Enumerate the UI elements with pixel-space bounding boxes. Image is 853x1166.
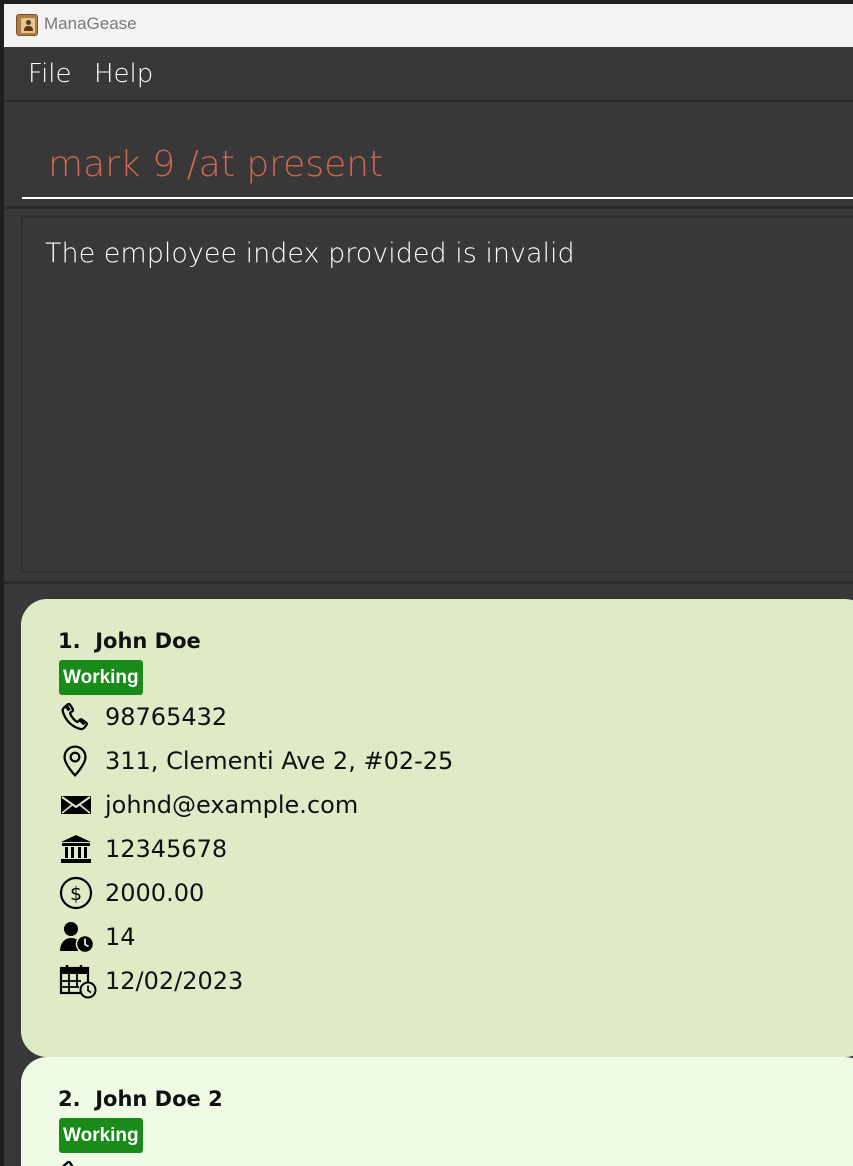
user-clock-icon xyxy=(59,920,97,954)
employee-address: 311, Clementi Ave 2, #02-25 xyxy=(105,747,454,775)
command-input[interactable] xyxy=(22,103,853,199)
calendar-clock-icon xyxy=(59,964,97,999)
phone-icon xyxy=(59,1158,97,1166)
window-title: ManaGease xyxy=(44,14,137,33)
menu-bar: File Help xyxy=(4,47,853,102)
app-window: ManaGease File Help The employee index p… xyxy=(4,4,853,1166)
employee-name: John Doe 2 xyxy=(95,1087,223,1111)
employee-name-row: 1. John Doe xyxy=(58,629,201,653)
svg-text:$: $ xyxy=(70,883,82,905)
result-message: The employee index provided is invalid xyxy=(45,238,575,269)
employee-bank-account: 12345678 xyxy=(105,835,228,863)
employee-email: johnd@example.com xyxy=(105,791,359,819)
address-row: 311, Clementi Ave 2, #02-25 xyxy=(59,744,453,778)
employee-list[interactable]: 1. John Doe Working 98765432 311, Clemen… xyxy=(4,587,853,1166)
result-display: The employee index provided is invalid xyxy=(4,212,853,584)
employee-card[interactable]: 1. John Doe Working 98765432 311, Clemen… xyxy=(21,599,853,1057)
employee-phone: 98765432 xyxy=(105,703,228,731)
join-date-row: 12/02/2023 xyxy=(59,964,244,999)
email-row: johnd@example.com xyxy=(59,788,358,822)
employee-index: 2. xyxy=(58,1087,81,1111)
envelope-icon xyxy=(59,788,97,822)
dollar-circle-icon: $ xyxy=(59,876,97,910)
phone-row xyxy=(59,1158,97,1166)
app-logo-icon xyxy=(16,14,38,36)
employee-card[interactable]: 2. John Doe 2 Working xyxy=(21,1057,853,1166)
status-badge: Working xyxy=(59,1118,143,1153)
employee-name: John Doe xyxy=(95,629,201,653)
menu-help[interactable]: Help xyxy=(94,59,153,89)
result-box: The employee index provided is invalid xyxy=(21,216,853,573)
employee-leave: 14 xyxy=(105,923,136,951)
title-bar: ManaGease xyxy=(4,4,853,47)
bank-row: 12345678 xyxy=(59,832,227,866)
location-pin-icon xyxy=(59,744,97,778)
salary-row: $ 2000.00 xyxy=(59,876,204,910)
status-badge: Working xyxy=(59,660,143,695)
command-box xyxy=(4,103,853,209)
employee-name-row: 2. John Doe 2 xyxy=(58,1087,223,1111)
phone-row: 98765432 xyxy=(59,700,227,734)
bank-icon xyxy=(59,832,97,866)
menu-file[interactable]: File xyxy=(28,59,72,89)
employee-join-date: 12/02/2023 xyxy=(105,967,244,995)
employee-index: 1. xyxy=(58,629,81,653)
employee-salary: 2000.00 xyxy=(105,879,205,907)
leave-row: 14 xyxy=(59,920,136,954)
phone-icon xyxy=(59,700,97,734)
